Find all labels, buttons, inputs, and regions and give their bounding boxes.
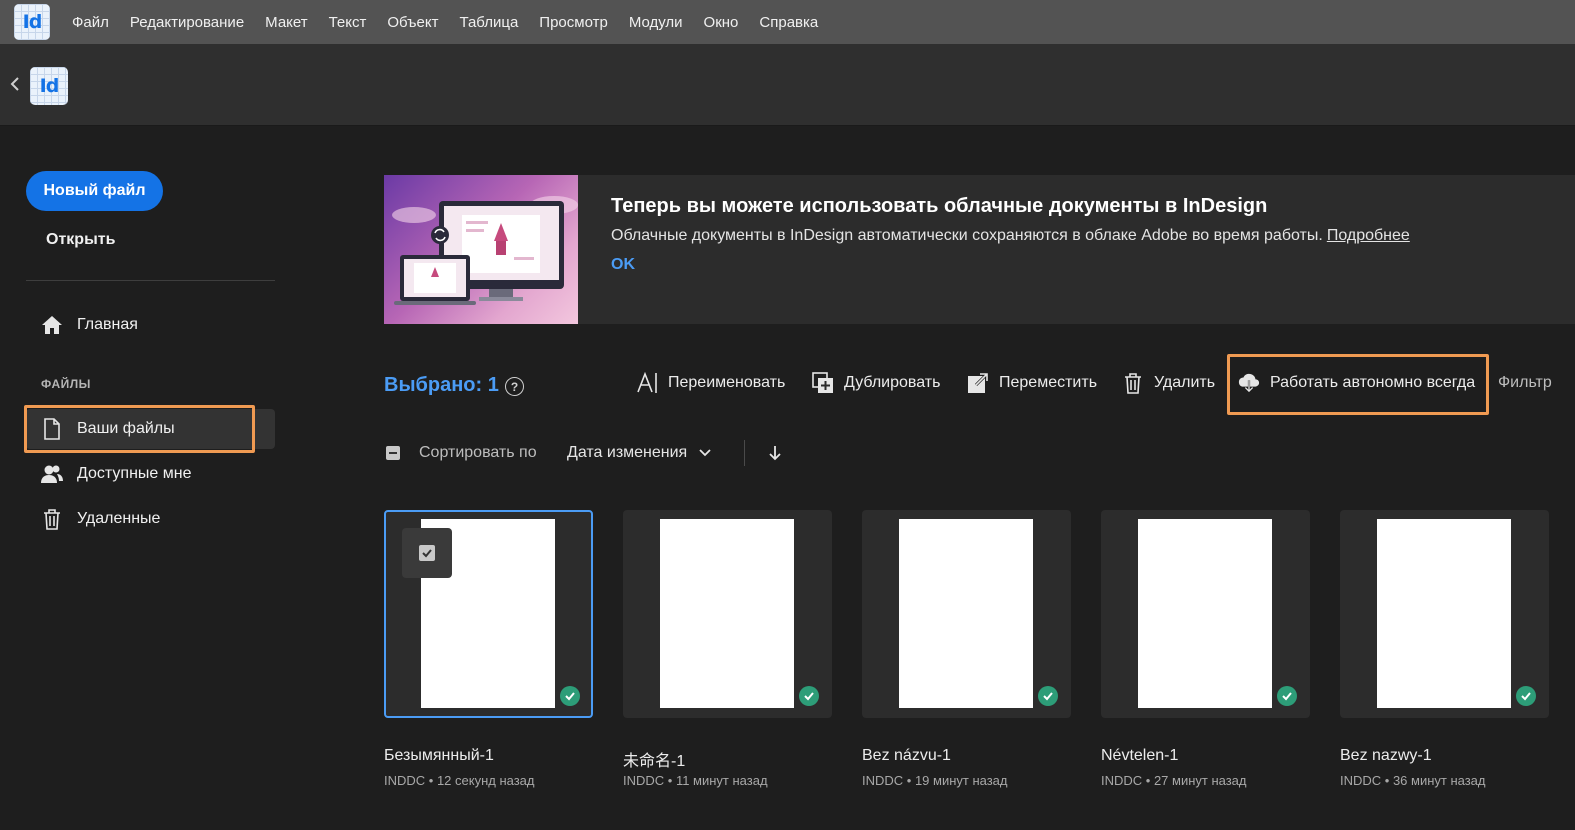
sidebar-item-your-files[interactable]: Ваши файлы xyxy=(26,409,275,449)
sort-divider xyxy=(744,440,745,466)
chevron-down-icon[interactable] xyxy=(698,446,712,460)
sidebar-item-label: Главная xyxy=(77,316,138,333)
sort-direction-arrow-icon[interactable] xyxy=(767,444,783,462)
learn-more-link[interactable]: Подробнее xyxy=(1327,227,1410,244)
help-icon[interactable]: ? xyxy=(505,377,524,396)
rename-icon xyxy=(636,372,658,394)
delete-label: Удалить xyxy=(1154,374,1216,391)
filter-button[interactable]: Фильтр xyxy=(1498,374,1552,392)
work-offline-label: Работать автономно всегда xyxy=(1270,374,1476,391)
menu-type[interactable]: Текст xyxy=(329,14,367,31)
indesign-logo-icon[interactable]: Id xyxy=(14,4,50,40)
menu-help[interactable]: Справка xyxy=(759,14,818,31)
move-label: Переместить xyxy=(999,374,1098,391)
new-file-button[interactable]: Новый файл xyxy=(26,171,163,211)
file-card[interactable] xyxy=(623,510,832,718)
sidebar-item-deleted[interactable]: Удаленные xyxy=(26,499,275,539)
sort-by-label: Сортировать по xyxy=(419,444,537,461)
file-card[interactable] xyxy=(862,510,1071,718)
back-chevron-icon[interactable] xyxy=(8,74,22,94)
indesign-home-logo-icon[interactable]: Id xyxy=(30,67,68,105)
sidebar-item-label: Удаленные xyxy=(77,510,161,527)
menu-object[interactable]: Объект xyxy=(387,14,438,31)
file-name[interactable]: Bez názvu-1 xyxy=(862,747,951,765)
document-icon xyxy=(40,417,64,441)
document-thumbnail xyxy=(1377,519,1511,708)
banner-description-text: Облачные документы в InDesign автоматиче… xyxy=(611,227,1323,244)
file-select-checkbox[interactable] xyxy=(402,528,452,578)
file-name[interactable]: Névtelen-1 xyxy=(1101,747,1178,765)
document-thumbnail xyxy=(660,519,794,708)
menu-bar: Id Файл Редактирование Макет Текст Объек… xyxy=(0,0,1575,44)
duplicate-label: Дублировать xyxy=(844,374,941,391)
file-name[interactable]: Безымянный-1 xyxy=(384,747,494,765)
menu-window[interactable]: Окно xyxy=(704,14,739,31)
sidebar-item-shared-with-me[interactable]: Доступные мне xyxy=(26,454,275,494)
cloud-docs-banner: Теперь вы можете использовать облачные д… xyxy=(384,175,1575,324)
move-button[interactable]: Переместить xyxy=(967,370,1097,396)
file-card[interactable] xyxy=(384,510,593,718)
menu-view[interactable]: Просмотр xyxy=(539,14,608,31)
cloud-download-icon xyxy=(1238,372,1260,394)
file-meta: INDDC • 36 минут назад xyxy=(1340,773,1486,788)
menu-edit[interactable]: Редактирование xyxy=(130,14,244,31)
sort-by-dropdown[interactable]: Дата изменения xyxy=(567,444,687,462)
synced-check-icon xyxy=(560,686,580,706)
document-thumbnail xyxy=(899,519,1033,708)
duplicate-button[interactable]: Дублировать xyxy=(812,370,940,396)
files-section-label: ФАЙЛЫ xyxy=(41,377,91,391)
rename-button[interactable]: Переименовать xyxy=(636,370,785,396)
home-icon xyxy=(40,313,64,337)
move-icon xyxy=(967,372,989,394)
file-meta: INDDC • 27 минут назад xyxy=(1101,773,1247,788)
selected-count: Выбрано: 1 xyxy=(384,374,499,396)
people-icon xyxy=(40,462,64,486)
banner-title: Теперь вы можете использовать облачные д… xyxy=(611,195,1268,217)
file-meta: INDDC • 11 минут назад xyxy=(623,773,768,788)
duplicate-icon xyxy=(812,372,834,394)
banner-illustration xyxy=(384,175,578,324)
synced-check-icon xyxy=(799,686,819,706)
sidebar: Новый файл Открыть Главная ФАЙЛЫ Ваши фа… xyxy=(0,126,290,830)
file-card[interactable] xyxy=(1340,510,1549,718)
file-name[interactable]: 未命名-1 xyxy=(623,747,685,771)
trash-icon xyxy=(1122,372,1144,394)
menu-plugins[interactable]: Модули xyxy=(629,14,683,31)
sidebar-item-label: Доступные мне xyxy=(77,465,192,482)
menu-file[interactable]: Файл xyxy=(72,14,109,31)
synced-check-icon xyxy=(1038,686,1058,706)
synced-check-icon xyxy=(1277,686,1297,706)
trash-icon xyxy=(40,507,64,531)
delete-button[interactable]: Удалить xyxy=(1122,370,1215,396)
file-card[interactable] xyxy=(1101,510,1310,718)
file-meta: INDDC • 12 секунд назад xyxy=(384,773,535,788)
banner-ok-button[interactable]: OK xyxy=(611,256,635,274)
select-all-checkbox[interactable] xyxy=(386,446,400,460)
home-header-bar: Id xyxy=(0,44,1575,126)
sidebar-divider xyxy=(26,280,275,281)
banner-description: Облачные документы в InDesign автоматиче… xyxy=(611,227,1410,245)
sidebar-item-home[interactable]: Главная xyxy=(26,305,275,345)
menu-layout[interactable]: Макет xyxy=(265,14,307,31)
menu-table[interactable]: Таблица xyxy=(459,14,518,31)
sidebar-item-label: Ваши файлы xyxy=(77,420,175,437)
open-button[interactable]: Открыть xyxy=(46,231,115,249)
document-thumbnail xyxy=(1138,519,1272,708)
file-meta: INDDC • 19 минут назад xyxy=(862,773,1008,788)
file-name[interactable]: Bez nazwy-1 xyxy=(1340,747,1432,765)
rename-label: Переименовать xyxy=(668,374,786,391)
work-offline-always-button[interactable]: Работать автономно всегда xyxy=(1238,370,1475,396)
synced-check-icon xyxy=(1516,686,1536,706)
